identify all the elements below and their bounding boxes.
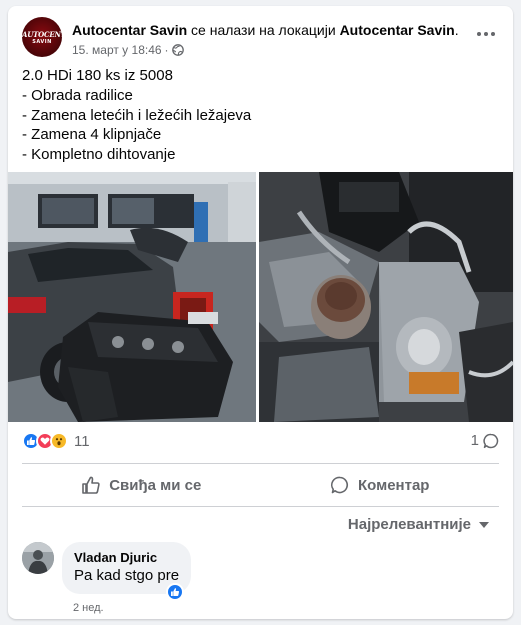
thumbs-up-icon	[171, 588, 180, 596]
pump-photo-illustration	[259, 172, 513, 422]
globe-icon[interactable]	[171, 44, 184, 56]
avatar-logo-text: AUTOCENTAR	[22, 30, 62, 39]
location-link[interactable]: Autocentar Savin	[340, 22, 455, 38]
comment-icon	[330, 476, 349, 494]
post-timestamp[interactable]: 15. март у 18:46	[72, 43, 162, 57]
post-text-line: - Zamena 4 klipnjače	[22, 126, 162, 144]
more-dot-icon	[484, 32, 488, 36]
post-actions: Свиђа ми се Коментар	[22, 468, 499, 502]
comment-button[interactable]: Коментар	[261, 468, 500, 502]
comment-count[interactable]: 1	[471, 432, 499, 449]
comment-button-label: Коментар	[358, 476, 430, 494]
caret-down-icon	[479, 521, 489, 528]
comment-count-number: 1	[470, 432, 479, 449]
comment-item: Vladan Djuric Pa kad stgo pre 2 нед.	[22, 542, 499, 614]
divider	[22, 506, 499, 507]
avatar-logo-subtext: SAVIN	[32, 39, 52, 45]
comment-bubble-icon	[483, 433, 499, 448]
comment-sort-label: Најрелевантније	[347, 516, 471, 533]
post-text-line: - Obrada radilice	[22, 86, 133, 104]
post-text: 2.0 HDi 180 ks iz 5008 - Obrada radilice…	[22, 66, 492, 165]
reactions-summary[interactable]: 11	[22, 430, 90, 452]
post-text-line: - Zamena letećih i ležećih ležajeva	[22, 106, 252, 124]
post-author-line: Autocentar Savin се налази на локацији A…	[72, 21, 459, 39]
location-prefix: се налази на локацији	[191, 22, 336, 38]
more-dot-icon	[491, 32, 495, 36]
meta-separator: ·	[164, 43, 169, 57]
post-text-line: 2.0 HDi 180 ks iz 5008	[22, 67, 173, 84]
commenter-photo	[22, 542, 54, 574]
location-period: .	[454, 22, 459, 38]
thumbs-up-icon	[82, 476, 100, 494]
reaction-count: 11	[74, 432, 90, 450]
comment-author[interactable]: Vladan Djuric	[74, 550, 179, 566]
comment-text: Pa kad stgo pre	[74, 567, 180, 584]
photo-grid	[8, 172, 513, 422]
post-meta: 15. март у 18:46 ·	[72, 43, 184, 57]
photo-injection-pump[interactable]	[259, 172, 513, 422]
post-header: AUTOCENTAR SAVIN Autocentar Savin се нал…	[22, 16, 499, 62]
more-options-button[interactable]	[471, 22, 501, 46]
divider	[22, 463, 499, 464]
more-dot-icon	[477, 32, 481, 36]
workshop-photo-illustration	[8, 172, 256, 422]
post-card: AUTOCENTAR SAVIN Autocentar Savin се нал…	[8, 6, 513, 619]
wow-icon	[50, 432, 68, 450]
page-avatar[interactable]: AUTOCENTAR SAVIN	[22, 17, 62, 57]
comment-timestamp[interactable]: 2 нед.	[73, 602, 104, 614]
comment-like-reaction-icon[interactable]	[166, 583, 184, 601]
like-button-label: Свиђа ми се	[109, 476, 202, 494]
commenter-avatar[interactable]	[22, 542, 54, 574]
post-text-line: - Kompletno dihtovanje	[22, 146, 176, 164]
page-name-link[interactable]: Autocentar Savin	[72, 22, 187, 38]
like-button[interactable]: Свиђа ми се	[22, 468, 261, 502]
comment-sort-dropdown[interactable]: Најрелевантније	[348, 516, 489, 533]
photo-workshop-engine[interactable]	[8, 172, 256, 422]
